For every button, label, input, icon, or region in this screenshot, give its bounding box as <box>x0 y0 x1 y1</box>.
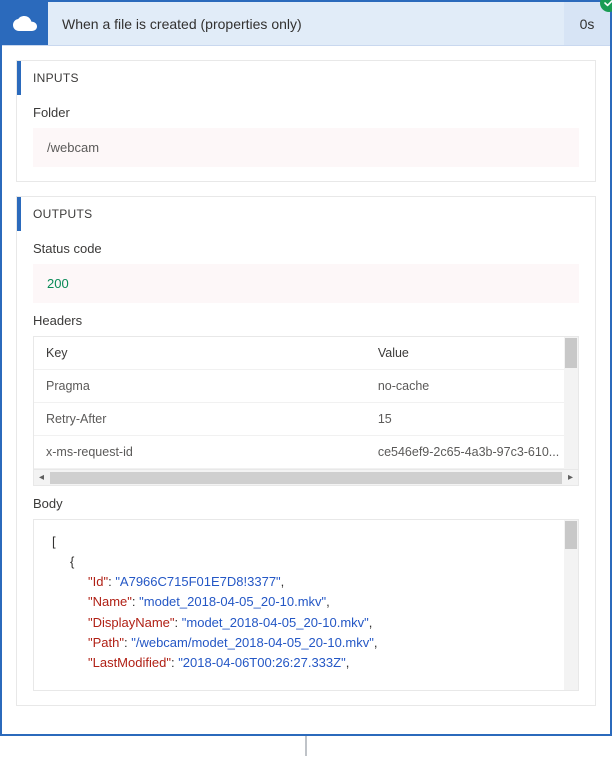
hscroll-right-arrow-icon[interactable]: ▸ <box>563 472 578 483</box>
card-body: INPUTS Folder /webcam OUTPUTS Status cod… <box>2 46 610 734</box>
folder-value: /webcam <box>33 128 579 167</box>
json-line: "Id": "A7966C715F01E7D8!3377", <box>52 572 570 592</box>
body-label: Body <box>33 496 579 511</box>
header-cell-key: Retry-After <box>34 403 366 436</box>
folder-label: Folder <box>33 105 579 120</box>
header-cell-key: Pragma <box>34 370 366 403</box>
json-line: "Path": "/webcam/modet_2018-04-05_20-10.… <box>52 633 570 653</box>
header-cell-value: no-cache <box>366 370 578 403</box>
header-col-key: Key <box>34 337 366 370</box>
headers-table: Key Value Pragmano-cacheRetry-After15x-m… <box>34 337 578 469</box>
onedrive-icon-box <box>2 2 48 45</box>
card-header[interactable]: When a file is created (properties only)… <box>2 2 610 46</box>
flow-connector-stem <box>305 736 307 756</box>
json-line: "DisplayName": "modet_2018-04-05_20-10.m… <box>52 613 570 633</box>
json-line: "LastModified": "2018-04-06T00:26:27.333… <box>52 653 570 673</box>
body-vscrollbar[interactable] <box>564 520 578 690</box>
hscroll-left-arrow-icon[interactable]: ◂ <box>34 472 49 483</box>
table-row: Pragmano-cache <box>34 370 578 403</box>
header-cell-value: 15 <box>366 403 578 436</box>
trigger-card: When a file is created (properties only)… <box>0 0 612 736</box>
body-vscroll-thumb[interactable] <box>565 521 577 549</box>
status-label: Status code <box>33 241 579 256</box>
outputs-section-title: OUTPUTS <box>17 197 595 231</box>
outputs-section: OUTPUTS Status code 200 Headers Key Valu… <box>16 196 596 706</box>
status-code-value: 200 <box>33 264 579 303</box>
body-json-wrap: [{"Id": "A7966C715F01E7D8!3377","Name": … <box>33 519 579 691</box>
inputs-section: INPUTS Folder /webcam <box>16 60 596 182</box>
header-cell-key: x-ms-request-id <box>34 436 366 469</box>
headers-vscrollbar[interactable] <box>564 337 578 485</box>
json-line: [ <box>52 532 570 552</box>
headers-label: Headers <box>33 313 579 328</box>
table-row: Retry-After15 <box>34 403 578 436</box>
headers-hscrollbar[interactable]: ◂ ▸ <box>34 469 578 485</box>
table-row: x-ms-request-idce546ef9-2c65-4a3b-97c3-6… <box>34 436 578 469</box>
hscroll-track[interactable] <box>50 472 562 484</box>
header-col-value: Value <box>366 337 578 370</box>
headers-vscroll-thumb[interactable] <box>565 338 577 368</box>
check-icon <box>604 0 612 7</box>
onedrive-icon <box>13 15 37 32</box>
card-title: When a file is created (properties only) <box>48 2 564 45</box>
json-line: { <box>52 552 570 572</box>
headers-table-wrap: Key Value Pragmano-cacheRetry-After15x-m… <box>33 336 579 486</box>
header-cell-value: ce546ef9-2c65-4a3b-97c3-610... <box>366 436 578 469</box>
json-line: "Name": "modet_2018-04-05_20-10.mkv", <box>52 592 570 612</box>
inputs-section-title: INPUTS <box>17 61 595 95</box>
body-json-content: [{"Id": "A7966C715F01E7D8!3377","Name": … <box>52 532 570 673</box>
